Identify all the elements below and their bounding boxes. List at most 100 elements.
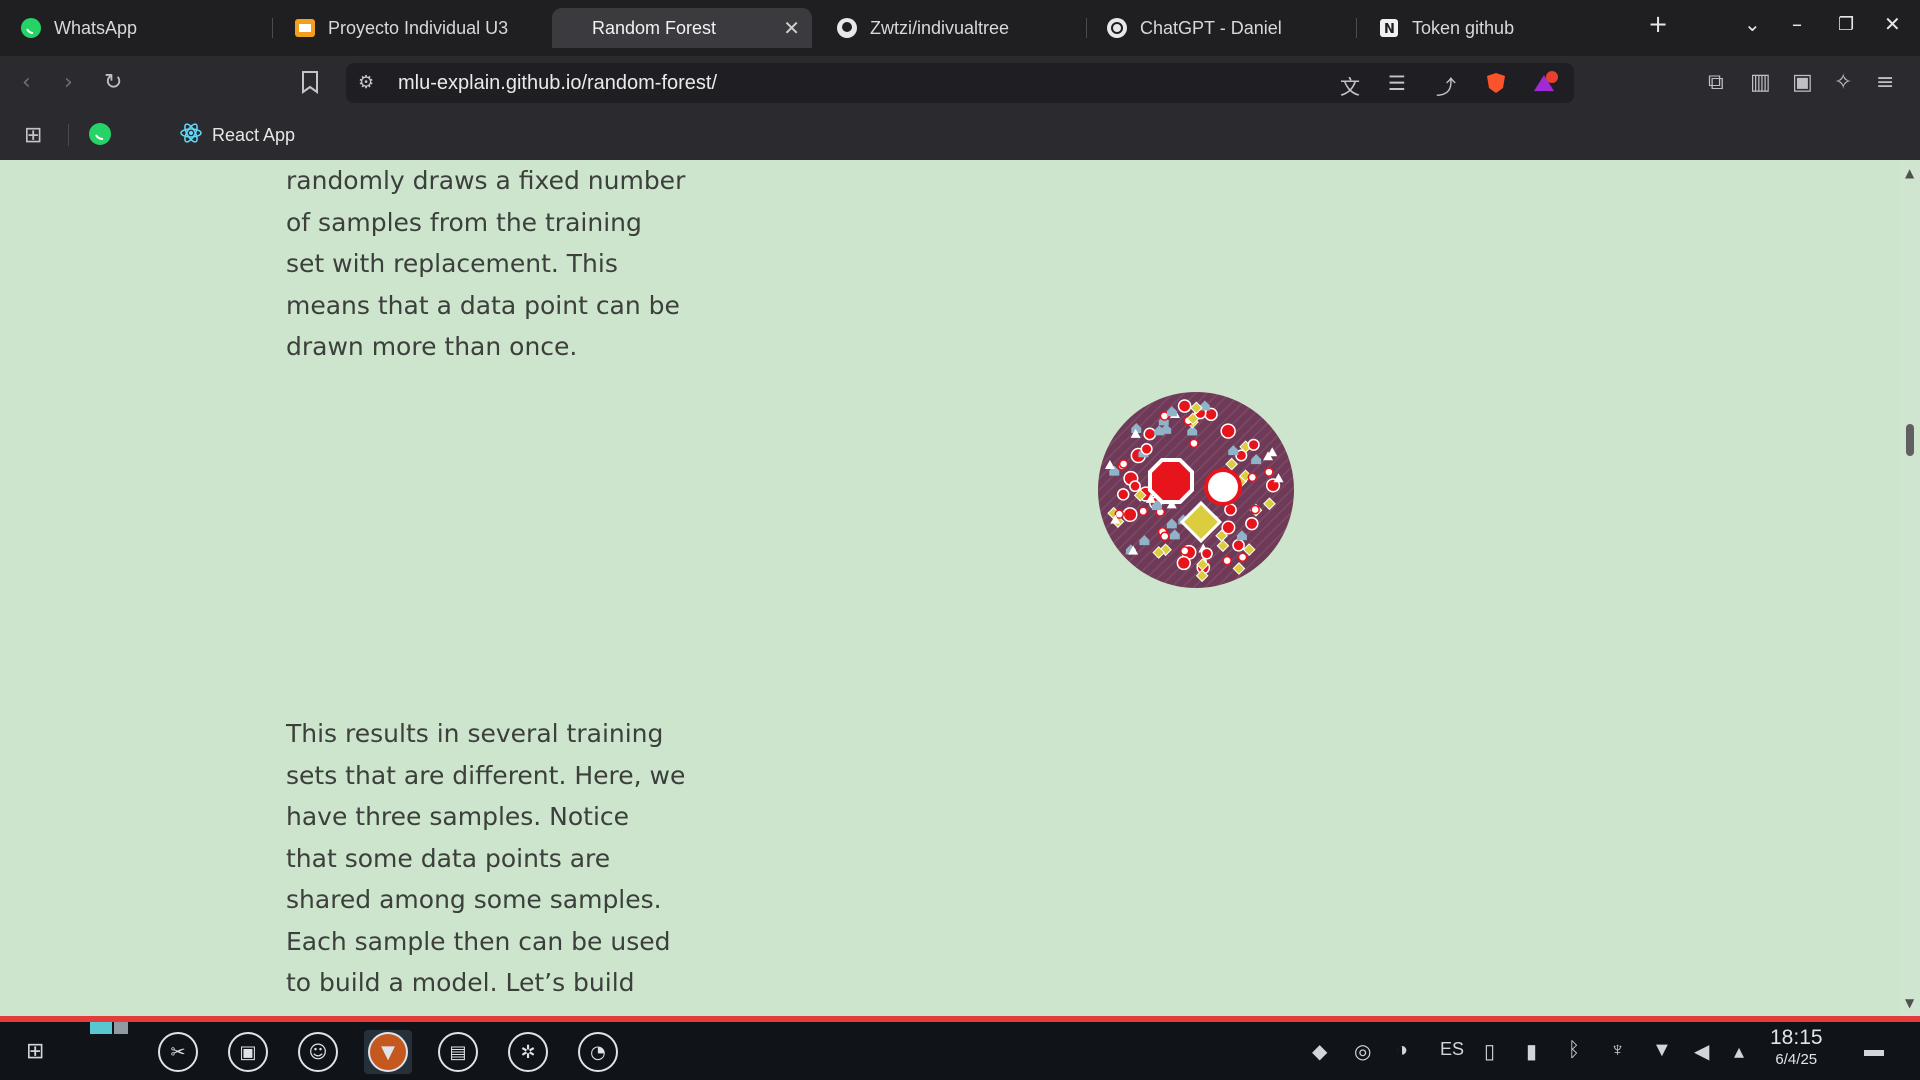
translate-icon[interactable]: 文 [1340, 71, 1360, 100]
scrollbar-thumb[interactable] [1906, 424, 1914, 456]
bookmark-icon[interactable] [300, 70, 320, 101]
data-point [1237, 552, 1248, 562]
taskbar-app-monkey[interactable]: ☺ [294, 1030, 342, 1074]
chatgpt-icon [1106, 17, 1128, 39]
brave-rewards-icon[interactable] [1532, 71, 1558, 100]
data-point [1177, 399, 1192, 413]
taskbar-app-tools[interactable]: ✂ [154, 1030, 202, 1074]
store-bag-icon: ▣ [228, 1032, 268, 1072]
bluetooth-icon[interactable]: ᛒ [1568, 1039, 1580, 1062]
bookmark-whatsapp[interactable] [88, 122, 112, 151]
tab-token-github[interactable]: N Token github [1378, 8, 1514, 48]
battery-icon[interactable]: ▮ [1526, 1039, 1537, 1064]
taskbar-app-camera[interactable]: ✲ [504, 1030, 552, 1074]
close-icon[interactable]: ✕ [783, 16, 800, 41]
tab-divider [1086, 18, 1087, 38]
clock-time: 18:15 [1770, 1026, 1823, 1049]
site-settings-icon[interactable]: ⚙ [358, 72, 374, 93]
microphone-icon[interactable]: ♆ [1610, 1039, 1625, 1062]
leo-ai-icon[interactable]: ✧ [1834, 70, 1852, 96]
whatsapp-icon [88, 122, 112, 151]
share-icon[interactable]: ⤴ [1436, 71, 1456, 100]
react-icon [180, 122, 202, 149]
sync-icon[interactable]: ◎ [1354, 1039, 1371, 1064]
apps-grid-icon[interactable]: ⊞ [24, 122, 42, 148]
extensions-icon[interactable]: ⧉ [1708, 70, 1724, 96]
close-window-button[interactable]: ✕ [1884, 12, 1901, 36]
white-circle-point [1204, 468, 1242, 506]
restore-button[interactable]: ❐ [1838, 14, 1854, 35]
data-point [1140, 443, 1153, 456]
data-point [1180, 546, 1190, 556]
new-tab-button[interactable]: + [1648, 10, 1668, 38]
web-page-content: randomly draws a fixed number of samples… [0, 160, 1900, 1016]
data-point [1245, 516, 1259, 531]
sidebar-toggle-icon[interactable]: ▥ [1750, 70, 1771, 96]
keyboard-language-indicator[interactable]: ES [1440, 1039, 1464, 1060]
menu-icon[interactable]: ≡ [1876, 70, 1894, 96]
whatsapp-icon [20, 17, 42, 39]
taskbar-app-brave[interactable]: ▼ [364, 1030, 412, 1074]
data-point [1250, 504, 1260, 515]
slides-icon [294, 17, 316, 39]
bootstrap-explanation-text: randomly draws a fixed number of samples… [286, 166, 686, 361]
aperture-icon: ✲ [508, 1032, 548, 1072]
data-point [1116, 488, 1130, 501]
tab-github[interactable]: Zwtzi/indivualtree [836, 8, 1009, 48]
system-clock[interactable]: 18:15 6/4/25 [1770, 1026, 1823, 1070]
notion-icon: N [1378, 17, 1400, 39]
volume-icon[interactable]: ◀ [1694, 1039, 1709, 1064]
data-point [1247, 472, 1258, 483]
tab-label: Token github [1412, 17, 1515, 38]
bookmark-label: React App [212, 125, 296, 145]
red-octagon-point [1148, 458, 1194, 504]
data-point [1176, 555, 1191, 571]
minimize-button[interactable]: – [1792, 12, 1802, 36]
wallet-icon[interactable]: ▣ [1792, 70, 1813, 96]
data-point [1143, 427, 1157, 441]
tab-bar: WhatsApp Proyecto Individual U3 Random F… [0, 0, 1920, 56]
data-point [1264, 467, 1274, 477]
tab-whatsapp[interactable]: WhatsApp [20, 8, 137, 48]
taskbar-app-obs[interactable]: ◔ [574, 1030, 622, 1074]
obs-tray-icon[interactable]: ◑ [1396, 1039, 1408, 1062]
bookmark-react-app[interactable]: React App [180, 122, 295, 149]
tab-proyecto[interactable]: Proyecto Individual U3 [294, 8, 508, 48]
taskbar-app-store[interactable]: ▣ [224, 1030, 272, 1074]
tab-search-chevron-icon[interactable]: ⌄ [1744, 12, 1761, 36]
github-icon [836, 17, 858, 39]
data-point [1118, 459, 1129, 469]
data-point [1224, 503, 1237, 517]
brave-shields-icon[interactable] [1484, 71, 1508, 100]
data-point [1220, 423, 1236, 439]
clipboard-icon[interactable]: ▯ [1484, 1039, 1495, 1064]
tab-random-forest[interactable]: Random Forest ✕ [552, 8, 812, 48]
scroll-down-icon[interactable]: ▼ [1905, 996, 1914, 1010]
address-bar[interactable]: ⚙ mlu-explain.github.io/random-forest/ 文… [346, 63, 1574, 103]
tab-chatgpt[interactable]: ChatGPT - Daniel [1106, 8, 1282, 48]
tray-expand-chevron-icon[interactable]: ▴ [1734, 1039, 1744, 1064]
data-point [1138, 506, 1148, 516]
data-points-graphic [1098, 392, 1294, 588]
tab-label: Zwtzi/indivualtree [870, 17, 1010, 38]
notification-center-icon[interactable]: ▬ [1864, 1039, 1884, 1062]
tab-label: Random Forest [592, 17, 717, 38]
training-sets-explanation-text: This results in several training sets th… [286, 719, 686, 997]
tab-label: ChatGPT - Daniel [1140, 17, 1282, 38]
start-menu-icon[interactable]: ⊞ [26, 1038, 44, 1064]
url-text[interactable]: mlu-explain.github.io/random-forest/ [398, 72, 717, 95]
reload-icon[interactable]: ↻ [104, 70, 122, 96]
taskbar-app-files[interactable]: ▤ [434, 1030, 482, 1074]
data-point [1200, 547, 1213, 560]
page-scrollbar[interactable]: ▲ ▼ [1900, 160, 1920, 1016]
back-arrow-icon[interactable]: ‹ [22, 70, 31, 96]
workspace-switcher[interactable] [72, 1022, 134, 1062]
forward-arrow-icon[interactable]: › [64, 70, 73, 96]
notification-bell-icon[interactable]: ◆ [1312, 1039, 1327, 1064]
bookmarks-bar: ⊞ React App [0, 110, 1920, 160]
monkey-icon: ☺ [298, 1032, 338, 1072]
reader-mode-icon[interactable]: ☰ [1388, 71, 1406, 95]
data-point [1160, 531, 1170, 542]
scroll-up-icon[interactable]: ▲ [1905, 166, 1914, 180]
wifi-icon[interactable]: ▼ [1652, 1039, 1672, 1062]
